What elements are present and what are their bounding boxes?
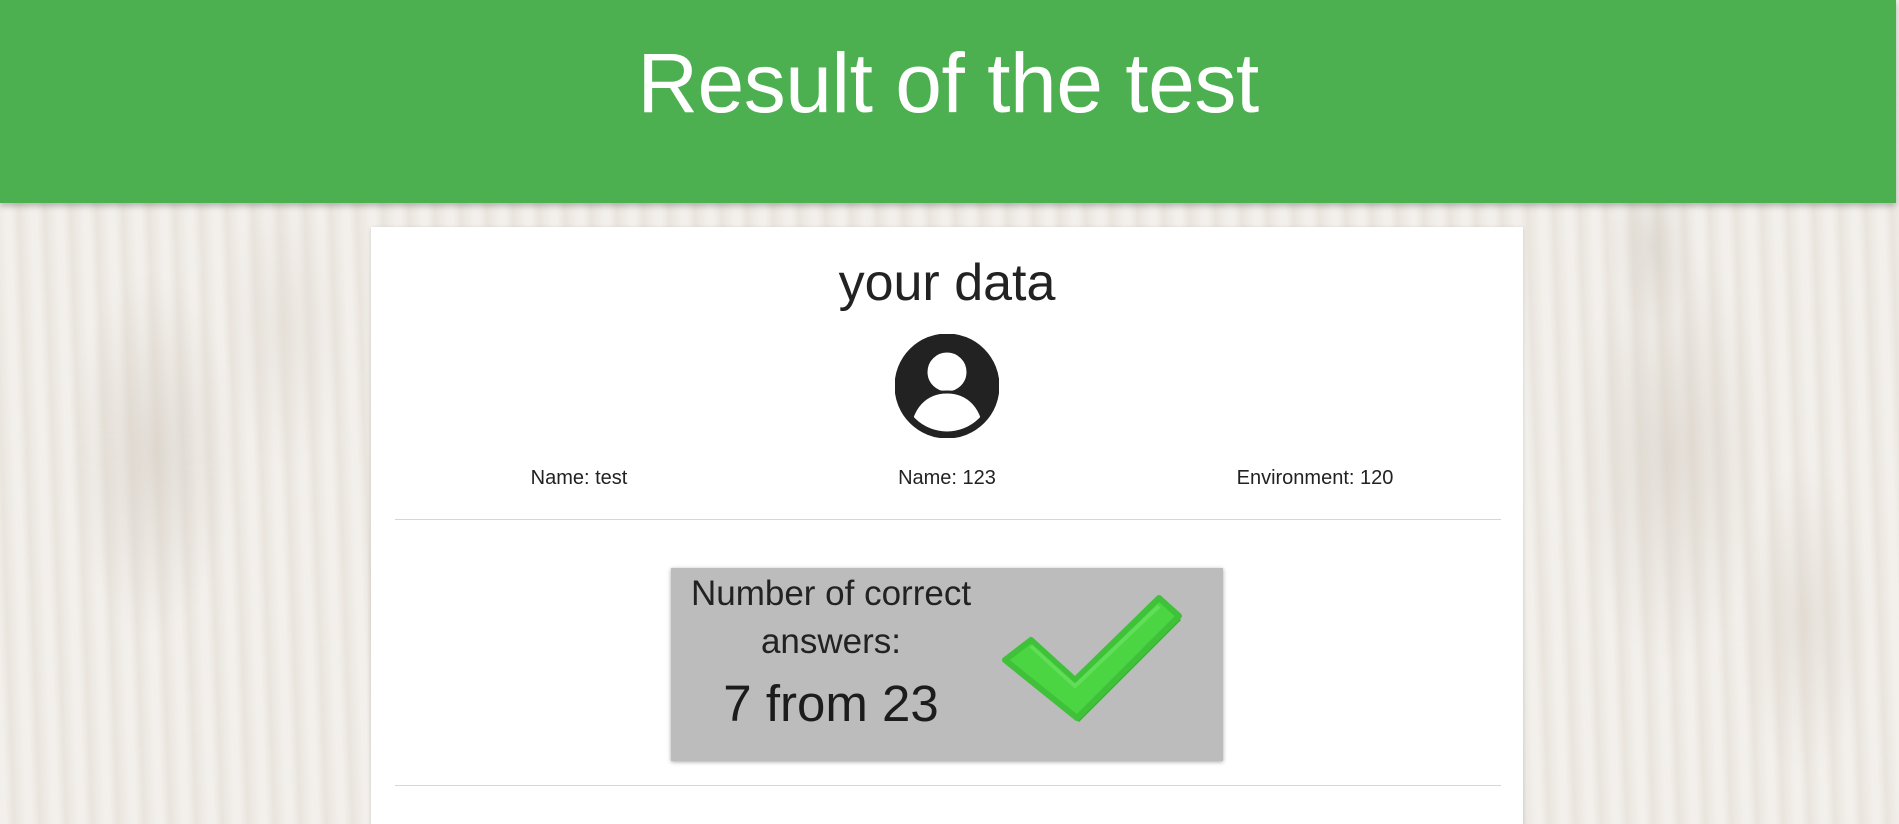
page-title: Result of the test — [637, 36, 1259, 130]
result-card: your data Name: test Name: 123 Environme… — [371, 227, 1523, 824]
user-environment: Environment: 120 — [1236, 467, 1394, 489]
score-value: 7 from 23 — [723, 675, 939, 732]
page-header: Result of the test — [0, 0, 1896, 203]
user-id: Name: 123 — [898, 467, 996, 489]
checkmark-icon — [991, 594, 1187, 734]
user-name: Name: test — [530, 467, 628, 489]
score-box: Number of correct answers: 7 from 23 — [671, 568, 1223, 761]
user-avatar-icon — [894, 333, 1000, 439]
user-info-row: Name: test Name: 123 Environment: 120 — [371, 467, 1523, 497]
divider — [395, 785, 1501, 786]
score-label: Number of correct answers: — [690, 574, 972, 661]
section-title: your data — [838, 254, 1056, 312]
divider — [395, 519, 1501, 520]
